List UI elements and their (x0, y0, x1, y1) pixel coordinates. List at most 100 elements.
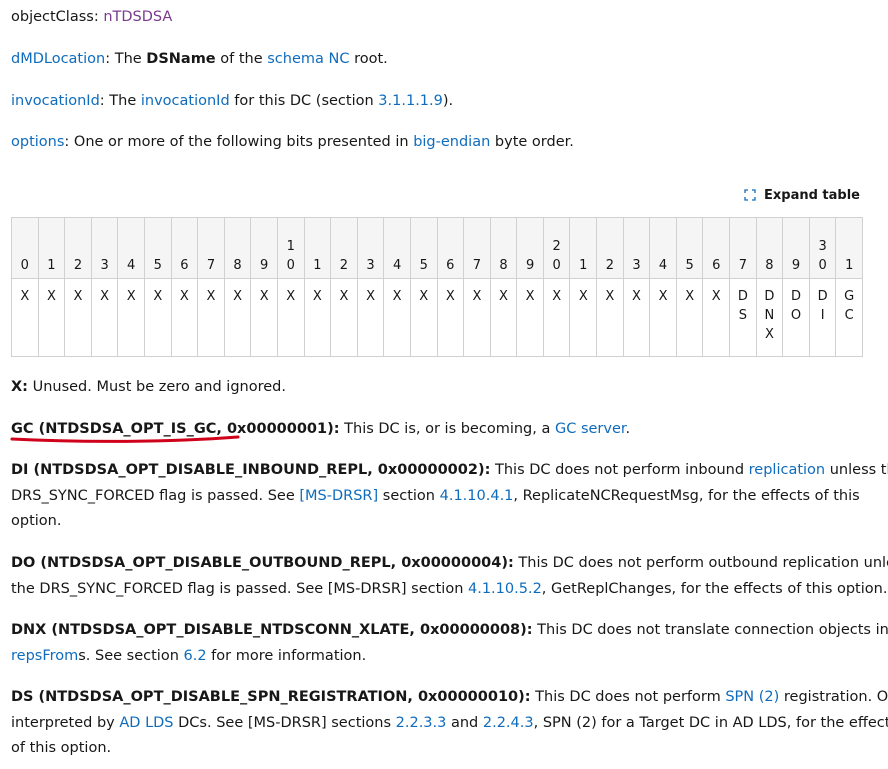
bit-value-char: X (632, 289, 641, 304)
bit-header-digit: 0 (552, 258, 561, 273)
def-do-line1: DO (NTDSDSA_OPT_DISABLE_OUTBOUND_REPL, 0… (11, 555, 888, 571)
bit-value-cell: X (596, 278, 624, 357)
bit-value-char: C (844, 308, 854, 323)
bit-header-digit: 3 (366, 258, 375, 273)
bit-value-char: X (73, 289, 83, 304)
bit-header-digit: 9 (260, 258, 269, 273)
bit-value-cell: X (383, 278, 411, 357)
bit-value-cell: X (303, 278, 332, 357)
bit-header-digit (145, 237, 171, 256)
section-4-1-10-5-2-link[interactable]: 4.1.10.5.2 (468, 581, 542, 597)
object-class-label: objectClass (11, 9, 94, 25)
bit-value-cell: X (569, 278, 598, 357)
bit-value-cell: X (90, 278, 119, 357)
bit-header-cell: 8 (489, 217, 518, 279)
bit-value-cell: DO (782, 278, 810, 357)
ad-lds-link[interactable]: AD LDS (119, 715, 173, 731)
dmd-location-link[interactable]: dMDLocation (11, 51, 105, 67)
bit-header-digit: 0 (286, 258, 295, 273)
bit-value-cell: X (223, 278, 252, 357)
bit-header-digit: 0 (818, 258, 827, 273)
bit-value-char: D (791, 289, 802, 304)
bit-header-digit: 2 (605, 258, 614, 273)
bit-header-row: 01234567891012345678920123456789301 (11, 217, 863, 279)
reps-from-link[interactable]: repsFrom (11, 648, 78, 664)
bit-header-cell: 5 (409, 217, 438, 279)
bit-header-digit (730, 237, 756, 256)
bit-header-cell: 4 (383, 217, 411, 279)
schema-nc-link[interactable]: schema NC (267, 51, 349, 67)
bit-header-digit: 4 (127, 258, 136, 273)
bit-header-digit (225, 237, 251, 256)
gc-server-link[interactable]: GC server (555, 421, 626, 437)
def-di-line3: option. (11, 513, 62, 529)
bit-value-char: D (737, 289, 748, 304)
bit-value-char: X (764, 327, 774, 342)
bit-header-cell: 7 (729, 217, 757, 279)
bit-value-cell: X (276, 278, 305, 357)
bit-header-digit: 2 (339, 258, 349, 273)
def-di-line2: DRS_SYNC_FORCED flag is passed. See [MS-… (11, 488, 860, 504)
def-gc-term: GC (NTDSDSA_OPT_IS_GC, 0x00000001): (11, 421, 340, 437)
bit-header-digit: 1 (286, 239, 295, 254)
expand-table-button[interactable]: Expand table (744, 185, 860, 205)
section-4-1-10-4-1-link[interactable]: 4.1.10.4.1 (440, 488, 514, 504)
section-6-2-link[interactable]: 6.2 (184, 648, 207, 664)
section-3-1-1-1-9-link[interactable]: 3.1.1.1.9 (378, 93, 443, 109)
bit-value-char: X (286, 289, 296, 304)
spn-link[interactable]: SPN (2) (725, 689, 779, 705)
bit-value-char: X (552, 289, 562, 304)
bit-value-cell: DS (729, 278, 757, 357)
bit-value-char: X (445, 289, 455, 304)
section-2-2-3-3-link[interactable]: 2.2.3.3 (396, 715, 447, 731)
bit-value-cell: DI (808, 278, 837, 357)
bit-header-digit: 8 (233, 258, 242, 273)
bit-header-cell: 1 (569, 217, 598, 279)
section-2-2-4-3-link[interactable]: 2.2.4.3 (483, 715, 534, 731)
bit-header-cell: 2 (330, 217, 358, 279)
bit-header-digit: 7 (206, 258, 216, 273)
bit-header-digit: 1 (47, 258, 56, 273)
bit-header-digit (198, 237, 224, 256)
bit-value-char: X (525, 289, 535, 304)
bit-value-cell: X (330, 278, 358, 357)
bit-header-cell: 1 (303, 217, 332, 279)
bit-value-cell: X (197, 278, 225, 357)
bit-value-char: X (685, 289, 695, 304)
ms-drsr-link[interactable]: [MS-DRSR] (299, 488, 378, 504)
expand-icon (744, 189, 756, 201)
bit-header-digit (597, 237, 623, 256)
bit-header-cell: 1 (37, 217, 66, 279)
bit-header-digit (92, 237, 118, 256)
bit-value-char: X (126, 289, 136, 304)
invocation-id-link[interactable]: invocationId (141, 93, 230, 109)
bit-value-row: XXXXXXXXXXXXXXXXXXXXXXXXXXXDSDNXDODIGC (11, 278, 863, 357)
bit-value-char: X (153, 289, 163, 304)
bit-header-digit (517, 237, 543, 256)
bit-header-digit: 5 (685, 258, 694, 273)
bit-header-cell: 6 (436, 217, 465, 279)
bit-value-char: X (472, 289, 482, 304)
bit-header-cell: 8 (223, 217, 252, 279)
def-di-line1: DI (NTDSDSA_OPT_DISABLE_INBOUND_REPL, 0x… (11, 462, 888, 478)
bit-value-cell: X (649, 278, 677, 357)
bit-value-char: I (820, 308, 825, 323)
object-class-value: nTDSDSA (103, 9, 173, 25)
big-endian-link[interactable]: big-endian (413, 134, 490, 150)
bit-header-cell: 3 (356, 217, 385, 279)
bit-header-digit: 6 (712, 258, 721, 273)
bit-header-digit: 8 (765, 258, 774, 273)
bit-value-cell: X (250, 278, 278, 357)
def-ds-line1: DS (NTDSDSA_OPT_DISABLE_SPN_REGISTRATION… (11, 689, 888, 705)
bit-header-cell: 3 (622, 217, 651, 279)
bit-value-char: S (738, 308, 747, 323)
invocation-id-label-link[interactable]: invocationId (11, 93, 100, 109)
doc-page: objectClass: nTDSDSA dMDLocation: The DS… (0, 0, 888, 769)
dmd-location-line: dMDLocation: The DSName of the schema NC… (11, 51, 388, 67)
replication-link[interactable]: replication (749, 462, 825, 478)
options-link[interactable]: options (11, 134, 64, 150)
bit-value-cell: X (37, 278, 66, 357)
bit-header-digit: 3 (818, 239, 827, 254)
bit-header-digit: 1 (313, 258, 322, 273)
def-gc: GC (NTDSDSA_OPT_IS_GC, 0x00000001): This… (11, 421, 631, 437)
